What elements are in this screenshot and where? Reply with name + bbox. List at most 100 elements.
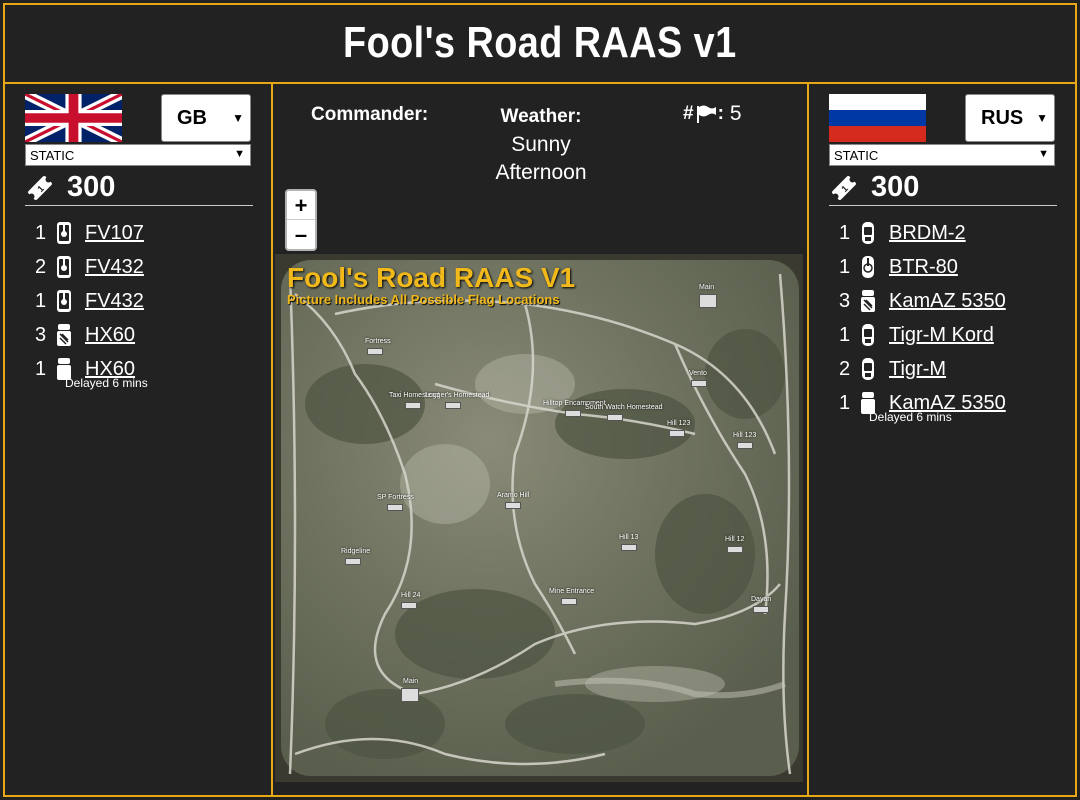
commander-info: Commander: bbox=[311, 102, 428, 126]
map-poi-label: Mine Entrance bbox=[549, 588, 595, 595]
vehicle-link[interactable]: BRDM-2 bbox=[889, 222, 966, 245]
map-image[interactable]: Fool's Road RAAS V1 Picture Includes All… bbox=[275, 254, 803, 782]
vehicle-qty: 1 bbox=[35, 357, 47, 380]
map-poi-label: SP Fortress bbox=[377, 494, 414, 501]
map-poi-label: Logger's Homestead bbox=[425, 392, 490, 399]
flag-marker bbox=[445, 402, 461, 409]
russia-flag bbox=[829, 94, 926, 142]
vehicle-link[interactable]: KamAZ 5350 bbox=[889, 290, 1006, 313]
right-faction-select[interactable]: RUS ▼ bbox=[965, 94, 1055, 142]
weather-value-line2: Afternoon bbox=[495, 161, 587, 184]
list-item: 1 FV432 bbox=[35, 284, 265, 318]
flag-marker bbox=[607, 414, 623, 421]
map-subtitle: Picture Includes All Possible Flag Locat… bbox=[287, 292, 560, 307]
flag-marker bbox=[387, 504, 403, 511]
map-poi-label: Fortress bbox=[365, 338, 391, 345]
logistics-truck-icon bbox=[57, 324, 71, 346]
header: Fool's Road RAAS v1 bbox=[3, 3, 1077, 84]
vehicle-qty: 1 bbox=[839, 255, 851, 278]
flag-marker bbox=[401, 602, 417, 609]
wheeled-vehicle-icon bbox=[862, 358, 874, 380]
delayed-note: Delayed 6 mins bbox=[65, 376, 148, 390]
commander-label: Commander: bbox=[311, 104, 429, 125]
tracked-vehicle-icon bbox=[57, 256, 71, 278]
list-item: 1 FV107 bbox=[35, 216, 265, 250]
flag-marker bbox=[505, 502, 521, 509]
chevron-down-icon: ▼ bbox=[234, 148, 245, 160]
flag-marker bbox=[691, 380, 707, 387]
map-panel: Commander: Weather: Sunny Afternoon # : … bbox=[273, 84, 807, 797]
vehicle-link[interactable]: FV432 bbox=[85, 256, 144, 279]
map-poi-label: Ridgeline bbox=[341, 548, 371, 555]
vehicle-qty: 1 bbox=[35, 289, 47, 312]
flags-count: 5 bbox=[729, 102, 742, 125]
right-team-panel: RUS ▼ STATIC ▼ 1 300 1 BRDM-2 1 BTR-80 3 K… bbox=[807, 84, 1075, 797]
list-item: 2 Tigr-M bbox=[839, 352, 1069, 386]
vehicle-qty: 2 bbox=[839, 357, 851, 380]
ticket-icon: 1 bbox=[832, 175, 856, 200]
weather-info: Weather: Sunny Afternoon bbox=[471, 102, 611, 187]
vehicle-link[interactable]: FV432 bbox=[85, 290, 144, 313]
map-poi-label: Dayan bbox=[751, 596, 772, 603]
map-poi-label: South Watch Homestead bbox=[585, 404, 663, 411]
zoom-in-button[interactable]: + bbox=[287, 191, 315, 220]
map-poi-label: Main bbox=[699, 284, 715, 291]
left-team-panel: GB ▼ STATIC ▼ 1 300 1 FV107 2 FV432 1 FV43… bbox=[5, 84, 273, 797]
page-title: Fool's Road RAAS v1 bbox=[343, 17, 737, 67]
delayed-note: Delayed 6 mins bbox=[869, 410, 952, 424]
uk-flag bbox=[25, 94, 122, 142]
vehicle-qty: 2 bbox=[35, 255, 47, 278]
flag-marker bbox=[405, 402, 421, 409]
vehicle-qty: 1 bbox=[35, 221, 47, 244]
list-item: 3 HX60 bbox=[35, 318, 265, 352]
right-tickets: 1 300 bbox=[829, 170, 1057, 206]
map-poi-label: Hill 123 bbox=[733, 432, 757, 439]
map-poi-label: Aramo Hill bbox=[497, 492, 530, 499]
wheeled-apc-icon bbox=[862, 256, 874, 278]
flags-suffix: : bbox=[717, 103, 724, 124]
tracked-vehicle-icon bbox=[57, 222, 71, 244]
vehicle-qty: 3 bbox=[839, 289, 851, 312]
vehicle-link[interactable]: Tigr-M Kord bbox=[889, 324, 994, 347]
map-poi-label: Main bbox=[403, 678, 419, 685]
vehicle-qty: 1 bbox=[839, 391, 851, 414]
flag-marker bbox=[367, 348, 383, 355]
main-base-marker bbox=[699, 294, 717, 308]
ticket-count: 300 bbox=[67, 171, 116, 203]
map-poi-label: Hill 24 bbox=[401, 592, 421, 599]
right-vehicle-list: 1 BRDM-2 1 BTR-80 3 KamAZ 5350 1 Tigr-M … bbox=[839, 216, 1069, 420]
map-title: Fool's Road RAAS V1 bbox=[287, 262, 576, 293]
list-item: 1 BRDM-2 bbox=[839, 216, 1069, 250]
map-poi-label: Hill 123 bbox=[667, 420, 691, 427]
vehicle-link[interactable]: BTR-80 bbox=[889, 256, 958, 279]
zoom-out-button[interactable]: – bbox=[287, 220, 315, 249]
flag-marker bbox=[345, 558, 361, 565]
left-faction-select[interactable]: GB ▼ bbox=[161, 94, 251, 142]
flag-marker bbox=[561, 598, 577, 605]
right-mode-select[interactable]: STATIC ▼ bbox=[829, 144, 1055, 166]
chevron-down-icon: ▼ bbox=[1038, 148, 1049, 160]
ticket-icon: 1 bbox=[28, 175, 52, 200]
flag-marker bbox=[669, 430, 685, 437]
left-tickets: 1 300 bbox=[25, 170, 253, 206]
logistics-truck-icon bbox=[861, 290, 875, 312]
list-item: 1 BTR-80 bbox=[839, 250, 1069, 284]
flag-marker bbox=[621, 544, 637, 551]
list-item: 1 Tigr-M Kord bbox=[839, 318, 1069, 352]
vehicle-link[interactable]: FV107 bbox=[85, 222, 144, 245]
list-item: 2 FV432 bbox=[35, 250, 265, 284]
flag-marker bbox=[565, 410, 581, 417]
flag-marker bbox=[727, 546, 743, 553]
flag-marker bbox=[753, 606, 769, 613]
map-poi-label: Vento bbox=[689, 370, 707, 377]
weather-value-line1: Sunny bbox=[511, 133, 571, 156]
list-item: 3 KamAZ 5350 bbox=[839, 284, 1069, 318]
weather-label: Weather: bbox=[500, 106, 582, 127]
map-poi-label: Hill 13 bbox=[619, 534, 639, 541]
chevron-down-icon: ▼ bbox=[1036, 111, 1048, 125]
vehicle-link[interactable]: Tigr-M bbox=[889, 358, 946, 381]
left-mode-select[interactable]: STATIC ▼ bbox=[25, 144, 251, 166]
flag-marker bbox=[737, 442, 753, 449]
vehicle-link[interactable]: HX60 bbox=[85, 324, 135, 347]
ticket-count: 300 bbox=[871, 171, 920, 203]
